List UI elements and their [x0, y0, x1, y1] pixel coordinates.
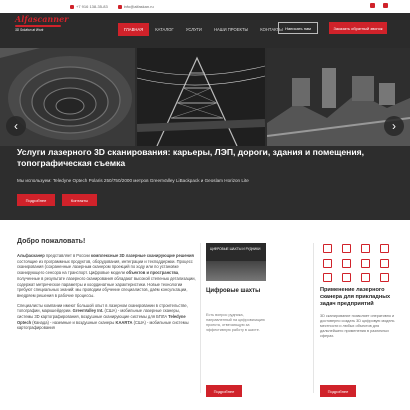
magazine-cover-image[interactable]: ЦИФРОВЫЕ ШАХТЫ И РУДНИКИ	[206, 243, 266, 281]
write-us-button[interactable]: Написать нам	[278, 22, 318, 34]
excavator-icon	[339, 243, 352, 253]
welcome-heading: Добро пожаловать!	[17, 238, 86, 245]
logo-wordmark: Alfascanner	[15, 14, 69, 24]
main-nav: ГЛАВНАЯ КАТАЛОГ УСЛУГИ НАШИ ПРОЕКТЫ КОНТ…	[118, 23, 289, 36]
building-icon	[358, 243, 371, 253]
slide-photo-powerline	[137, 48, 265, 146]
cover-photo	[206, 261, 266, 281]
welcome-section: Добро пожаловать! Альфасканер представля…	[17, 238, 197, 335]
tunnel-icon	[358, 272, 371, 283]
social-links	[370, 3, 388, 8]
contact-info: +7 916 138-35-83 info@alfaskan.ru	[70, 4, 154, 9]
card-heading: Применение лазерного сканера для приклад…	[320, 287, 391, 307]
pipe-icon	[320, 272, 333, 283]
phone-text: +7 916 138-35-83	[76, 4, 108, 9]
text-bold: комплексные 3D лазерные сканирующие реше…	[90, 253, 194, 258]
tower-icon	[320, 243, 333, 253]
site-header: Alfascanner 3D Solution at Work ГЛАВНАЯ …	[0, 13, 410, 48]
cover-title: ЦИФРОВЫЕ ШАХТЫ И РУДНИКИ	[210, 247, 261, 251]
application-icons	[320, 243, 394, 283]
slide-more-button[interactable]: Подробнее	[17, 194, 55, 206]
plane-icon	[377, 272, 390, 283]
card-text: Есть вопрос рудника, направленный на циф…	[206, 313, 265, 332]
scanning-more-button[interactable]: Подробнее	[320, 385, 356, 397]
slider-next-button[interactable]: ›	[384, 116, 404, 136]
factory-icon	[320, 258, 333, 268]
column-divider	[200, 243, 201, 393]
email-text: info@alfaskan.ru	[123, 4, 154, 9]
mines-more-button[interactable]: Подробнее	[206, 385, 242, 397]
column-divider	[313, 243, 314, 393]
welcome-paragraph-1: Альфасканер представляет в России компле…	[17, 253, 197, 299]
nav-projects[interactable]: НАШИ ПРОЕКТЫ	[208, 23, 254, 36]
text-run: представляет в России	[44, 253, 91, 258]
nav-services[interactable]: УСЛУГИ	[180, 23, 208, 36]
logo-tagline: 3D Solution at Work	[15, 28, 44, 32]
card-digital-mines: ЦИФРОВЫЕ ШАХТЫ И РУДНИКИ Цифровые шахты …	[206, 243, 266, 333]
text-bold: объектов и пространства	[126, 270, 179, 276]
chevron-left-icon: ‹	[14, 119, 18, 133]
bridge-icon	[339, 258, 352, 268]
slider-prev-button[interactable]: ‹	[6, 116, 26, 136]
youtube-icon[interactable]	[370, 3, 375, 8]
slide-title: Услуги лазерного 3D сканирования: карьер…	[17, 147, 365, 168]
callback-button[interactable]: Заказать обратный звонок	[329, 22, 387, 34]
house-icon	[339, 272, 352, 283]
slide-contacts-button[interactable]: Контакты	[62, 194, 97, 206]
text-bold: GreenValley Int.	[72, 308, 104, 314]
phone-icon	[70, 4, 74, 9]
card-text: 3D сканирование позволяет оперативно и д…	[320, 314, 395, 338]
hero-slider: ‹ › Услуги лазерного 3D сканирования: ка…	[0, 48, 410, 220]
text-bold: KAARTA	[115, 319, 133, 325]
road-icon	[377, 243, 390, 253]
logo-swoosh	[15, 25, 61, 27]
ship-icon	[377, 258, 390, 268]
card-laser-scanning: Применение лазерного сканера для приклад…	[320, 243, 398, 339]
top-bar: +7 916 138-35-83 info@alfaskan.ru	[0, 0, 410, 13]
mine-icon	[358, 258, 371, 268]
slide-text: Мы используем: Teledyne Optech Polaris 2…	[17, 178, 249, 183]
welcome-paragraph-2: Специалисты компании имеют большой опыт …	[17, 303, 197, 332]
brand-name: Альфасканер	[17, 253, 45, 258]
text-run: (Канада) - наземные и воздушные сканеры	[31, 319, 116, 325]
vk-icon[interactable]	[383, 3, 388, 8]
card-heading: Цифровые шахты	[206, 288, 261, 294]
nav-catalog[interactable]: КАТАЛОГ	[149, 23, 179, 36]
nav-home[interactable]: ГЛАВНАЯ	[118, 23, 150, 36]
chevron-right-icon: ›	[392, 119, 396, 133]
logo[interactable]: Alfascanner 3D Solution at Work	[15, 14, 69, 37]
phone-link[interactable]: +7 916 138-35-83	[70, 4, 108, 9]
mail-icon	[117, 4, 122, 9]
email-link[interactable]: info@alfaskan.ru	[117, 4, 154, 9]
